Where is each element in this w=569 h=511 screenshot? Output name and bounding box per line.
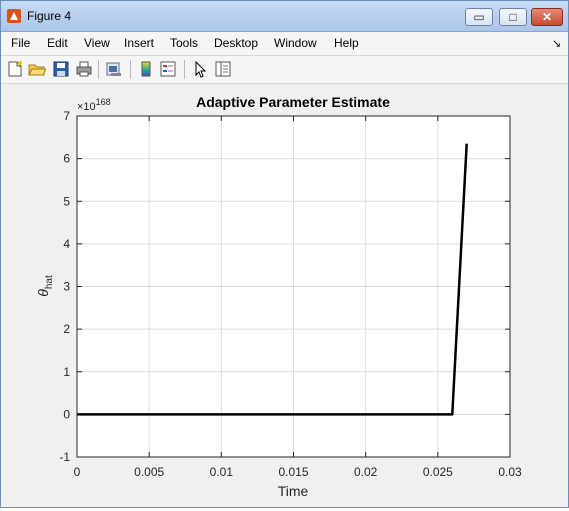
x-tick-label: 0.025: [423, 465, 453, 479]
y-exponent-value: 168: [96, 97, 111, 107]
open-file-icon[interactable]: [28, 60, 46, 78]
title-bar[interactable]: Figure 4 ▭ □ ✕: [1, 1, 568, 32]
svg-text:θhat: θhat: [35, 275, 55, 297]
y-exponent-prefix: ×10: [77, 101, 96, 113]
menu-overflow-icon[interactable]: ↘: [552, 37, 561, 50]
menu-window[interactable]: Window: [274, 36, 317, 50]
pointer-icon[interactable]: [191, 60, 209, 78]
figure-canvas[interactable]: 0 0.005 0.01 0.015 0.02 0.025 0.03 -1 0 1 2 3 4 5 6 7 A…: [2, 85, 567, 506]
y-tick-label: 6: [63, 152, 70, 166]
figure-window: Figure 4 ▭ □ ✕ File Edit View Insert Too…: [0, 0, 569, 508]
x-axis-label: Time: [278, 483, 309, 499]
menu-tools[interactable]: Tools: [170, 36, 198, 50]
x-tick-label: 0.01: [210, 465, 234, 479]
menu-view[interactable]: View: [84, 36, 110, 50]
print-preview-icon[interactable]: [105, 60, 123, 78]
x-tick-label: 0.03: [498, 465, 522, 479]
window-title: Figure 4: [27, 9, 72, 23]
maximize-button[interactable]: □: [499, 8, 527, 26]
menu-desktop[interactable]: Desktop: [214, 36, 258, 50]
y-exponent-label: ×10168: [77, 97, 111, 113]
maximize-icon: □: [509, 10, 517, 24]
y-tick-label: 4: [63, 237, 70, 251]
new-figure-icon[interactable]: [6, 60, 24, 78]
minimize-icon: ▭: [473, 10, 485, 24]
y-tick-label: 2: [63, 322, 70, 336]
toolbar-separator: [98, 60, 99, 79]
toolbar: [1, 56, 568, 84]
y-tick-label: 5: [63, 194, 70, 208]
y-tick-label: 0: [63, 407, 70, 421]
x-tick-label: 0.005: [134, 465, 164, 479]
y-tick-label: 1: [63, 365, 70, 379]
close-button[interactable]: ✕: [531, 8, 563, 26]
x-tick-label: 0: [74, 465, 81, 479]
colorbar-icon[interactable]: [137, 60, 155, 78]
y-tick-label: 3: [63, 280, 70, 294]
y-tick-label: -1: [59, 450, 70, 464]
menu-bar: File Edit View Insert Tools Desktop Wind…: [1, 32, 568, 56]
toolbar-separator: [184, 60, 185, 79]
y-axis-label-subscript: hat: [44, 275, 55, 289]
menu-file[interactable]: File: [11, 36, 30, 50]
y-axis-label: θhat: [35, 275, 55, 297]
legend-icon[interactable]: [159, 60, 177, 78]
x-tick-label: 0.015: [278, 465, 308, 479]
x-tick-label: 0.02: [354, 465, 378, 479]
matlab-icon: [7, 9, 21, 23]
minimize-button[interactable]: ▭: [465, 8, 493, 26]
chart-title: Adaptive Parameter Estimate: [196, 94, 390, 110]
menu-insert[interactable]: Insert: [124, 36, 154, 50]
y-tick-label: 7: [63, 109, 70, 123]
property-editor-icon[interactable]: [214, 60, 232, 78]
menu-edit[interactable]: Edit: [47, 36, 68, 50]
menu-help[interactable]: Help: [334, 36, 359, 50]
save-icon[interactable]: [52, 60, 70, 78]
line-chart: 0 0.005 0.01 0.015 0.02 0.025 0.03 -1 0 1 2 3 4 5 6 7 A…: [35, 94, 522, 499]
close-icon: ✕: [541, 10, 553, 24]
print-icon[interactable]: [75, 60, 93, 78]
toolbar-separator: [130, 60, 131, 79]
